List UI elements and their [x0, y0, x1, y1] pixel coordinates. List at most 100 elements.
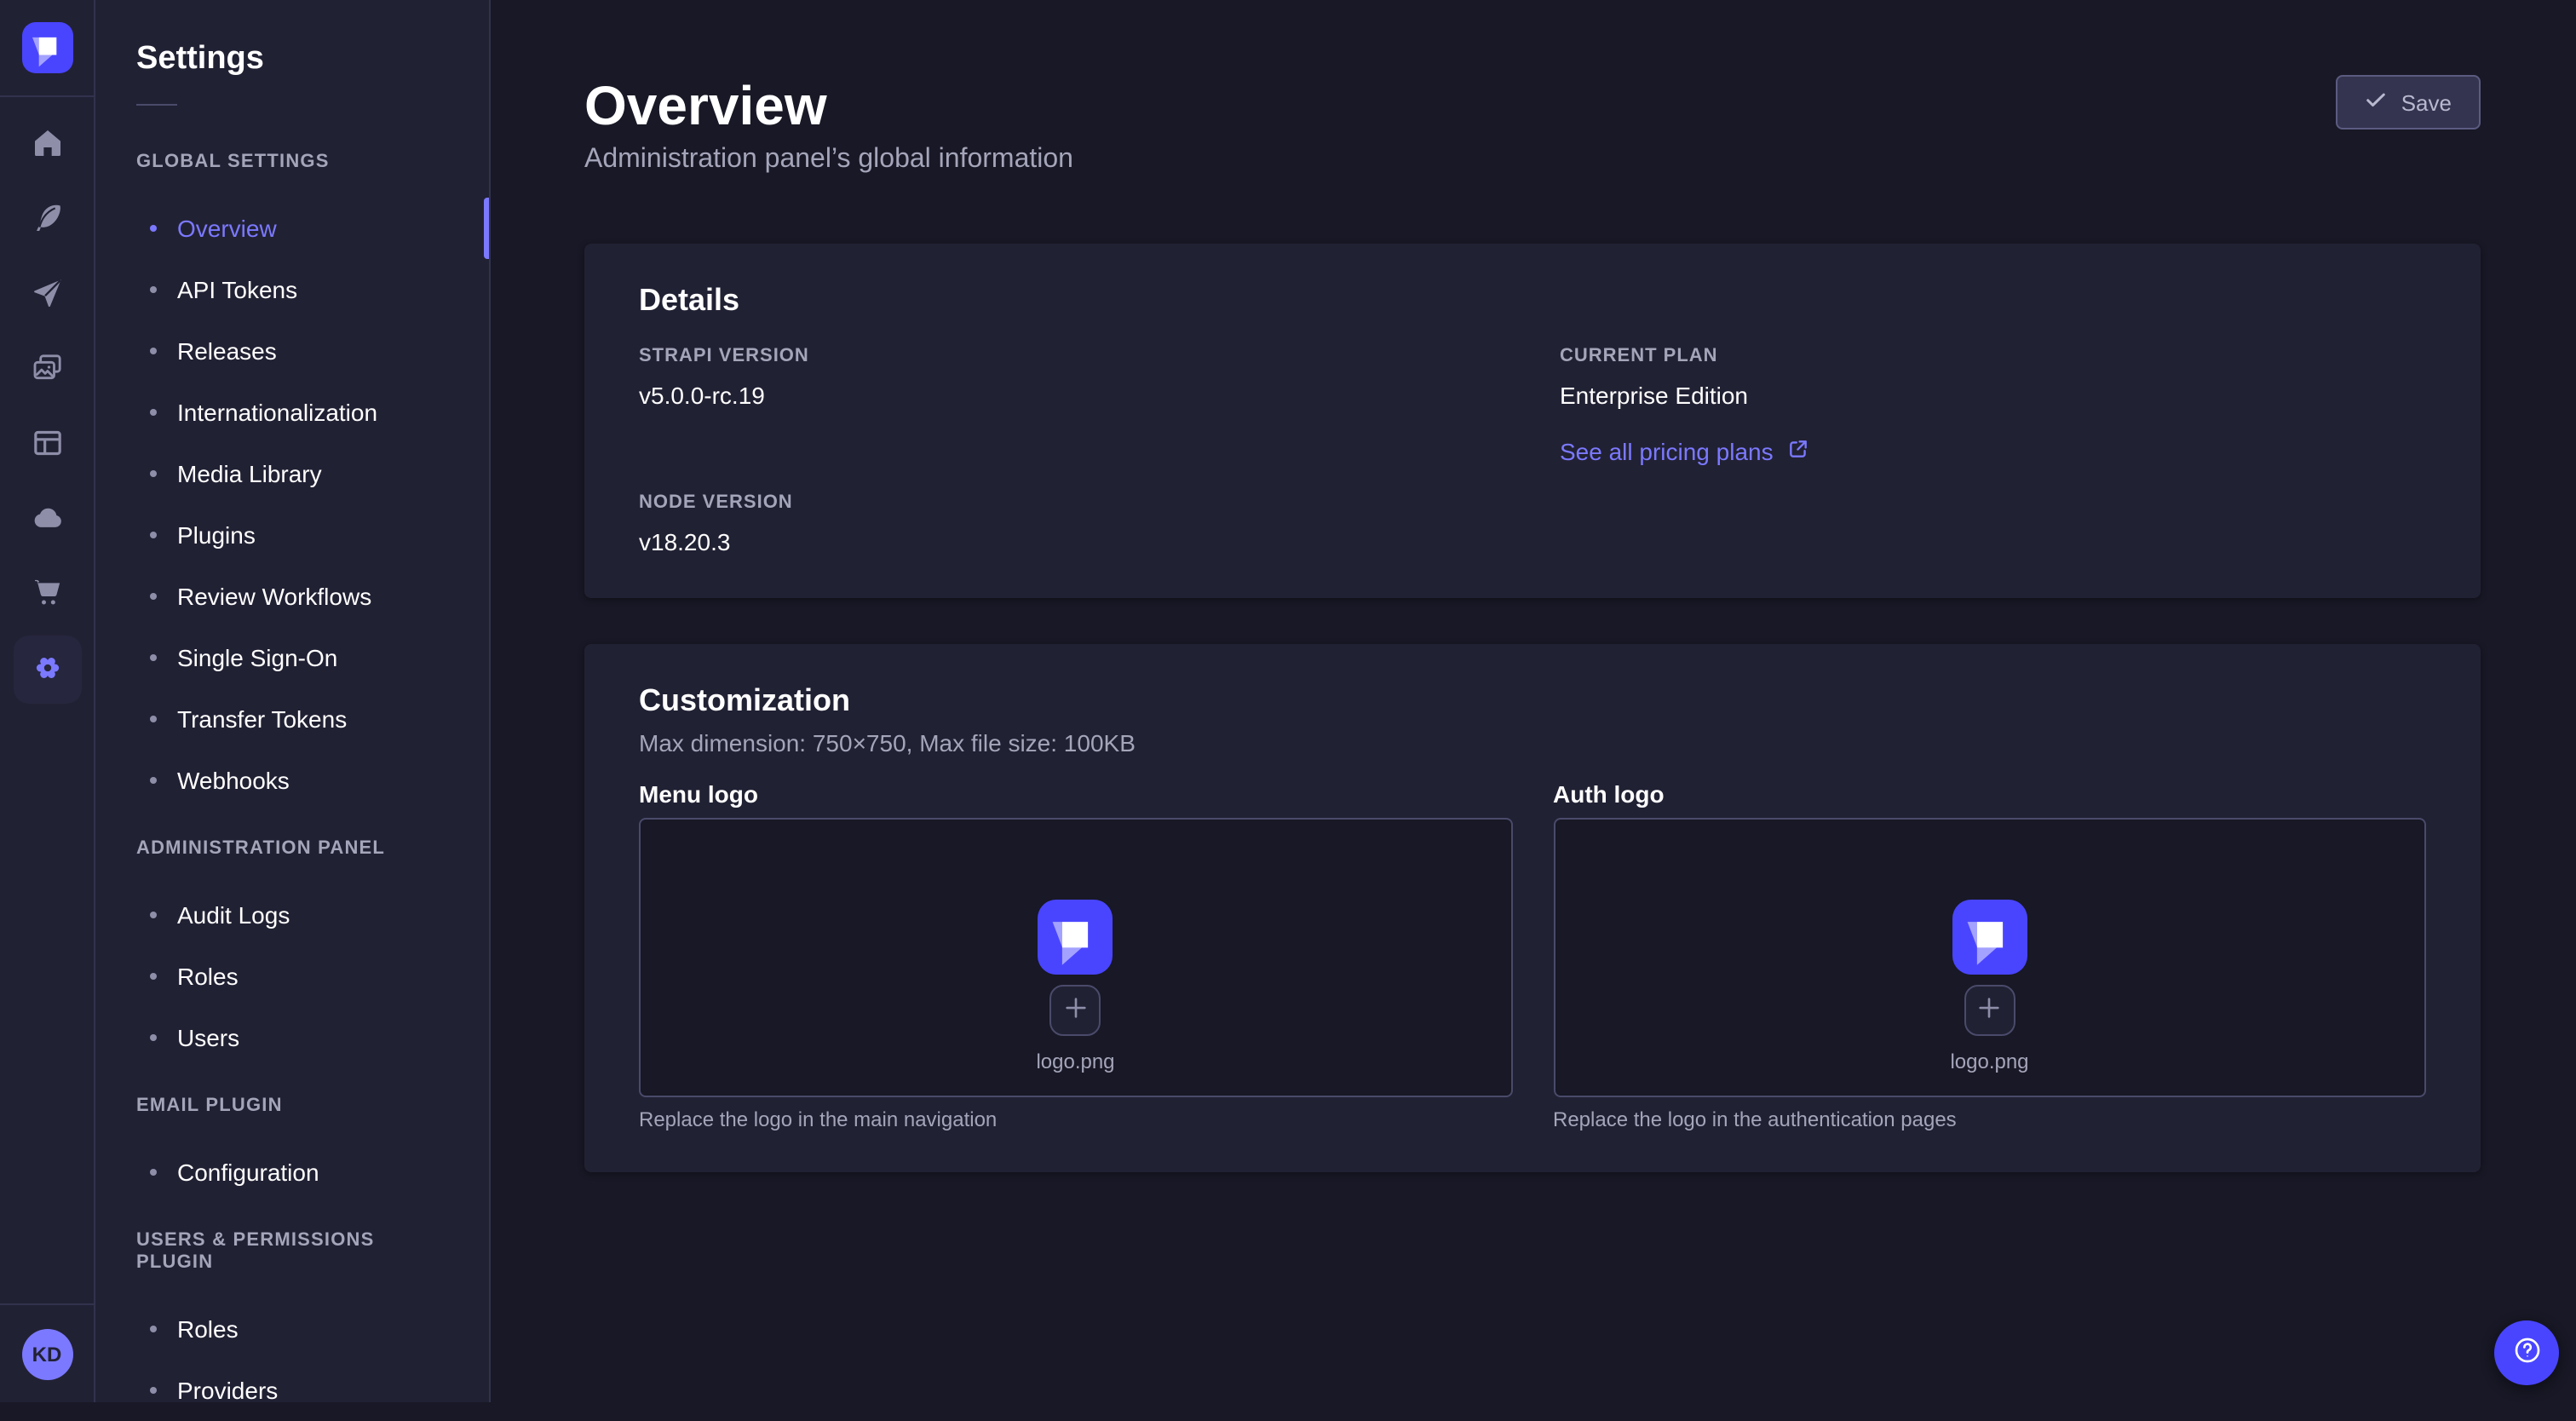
- field-label: NODE VERSION: [639, 492, 1505, 515]
- settings-icon: [30, 650, 64, 689]
- check-icon: [2366, 89, 2388, 116]
- bullet-icon: [150, 532, 157, 538]
- content-type-builder-icon: [30, 425, 64, 464]
- sidebar-item-single-sign-on[interactable]: Single Sign-On: [136, 627, 448, 688]
- main-content: Overview Administration panel’s global i…: [491, 0, 2576, 1402]
- sidebar-item-overview[interactable]: Overview: [136, 198, 448, 259]
- feather-icon: [30, 200, 64, 239]
- content-type-builder-nav-button[interactable]: [13, 411, 81, 479]
- add-logo-button[interactable]: [1964, 985, 2015, 1036]
- marketplace-icon: [30, 575, 64, 614]
- sidebar-item-users[interactable]: Users: [136, 1007, 448, 1068]
- sidebar-item-transfer-tokens[interactable]: Transfer Tokens: [136, 688, 448, 750]
- details-right-column: CURRENT PLAN Enterprise Edition See all …: [1560, 346, 2426, 557]
- nav-section: ADMINISTRATION PANEL Audit Logs Roles Users: [95, 838, 489, 1068]
- settings-sidebar: Settings GLOBAL SETTINGS Overview API Toke…: [95, 0, 491, 1402]
- sidebar-item-label: Review Workflows: [177, 583, 371, 610]
- settings-title: Settings: [136, 41, 448, 78]
- sidebar-item-label: Webhooks: [177, 767, 290, 794]
- pricing-plans-link-label: See all pricing plans: [1560, 438, 1774, 465]
- paper-plane-nav-button[interactable]: [13, 261, 81, 329]
- sidebar-item-roles[interactable]: Roles: [136, 1298, 448, 1360]
- sidebar-item-internationalization[interactable]: Internationalization: [136, 382, 448, 443]
- help-button[interactable]: [2494, 1320, 2559, 1385]
- current-plan-field: CURRENT PLAN Enterprise Edition: [1560, 346, 2426, 411]
- nav-section-label: GLOBAL SETTINGS: [95, 152, 489, 174]
- bullet-icon: [150, 912, 157, 918]
- customization-card-title: Customization: [639, 682, 2426, 719]
- sidebar-item-review-workflows[interactable]: Review Workflows: [136, 566, 448, 627]
- marketplace-nav-button[interactable]: [13, 561, 81, 629]
- nav-section-label: USERS & PERMISSIONS PLUGIN: [95, 1230, 489, 1274]
- field-value: v18.20.3: [639, 526, 1505, 557]
- logo-field: Auth logo logo.png Replace the logo in the…: [1553, 780, 2426, 1131]
- sidebar-item-label: API Tokens: [177, 276, 297, 303]
- sidebar-item-api-tokens[interactable]: API Tokens: [136, 259, 448, 320]
- strapi-logo-preview: [1952, 900, 2027, 975]
- sidebar-item-roles[interactable]: Roles: [136, 946, 448, 1007]
- bullet-icon: [150, 409, 157, 416]
- customization-card: Customization Max dimension: 750×750, Ma…: [584, 644, 2481, 1172]
- logo-field-label: Auth logo: [1553, 780, 2426, 808]
- sidebar-item-webhooks[interactable]: Webhooks: [136, 750, 448, 811]
- bullet-icon: [150, 1387, 157, 1394]
- bullet-icon: [150, 286, 157, 293]
- strapi-logo-preview: [1038, 900, 1113, 975]
- field-value: Enterprise Edition: [1560, 380, 2426, 411]
- sidebar-item-label: Audit Logs: [177, 901, 290, 929]
- plus-icon: [1063, 995, 1089, 1026]
- media-library-nav-button[interactable]: [13, 336, 81, 404]
- logo-upload-box[interactable]: logo.png: [1553, 818, 2426, 1097]
- node-version-field: NODE VERSION v18.20.3: [639, 492, 1505, 557]
- nav-section: GLOBAL SETTINGS Overview API Tokens Release…: [95, 152, 489, 811]
- page-title: Overview: [584, 75, 1073, 136]
- logo-filename: logo.png: [1950, 1050, 2028, 1073]
- bullet-icon: [150, 593, 157, 600]
- logo-field-label: Menu logo: [639, 780, 1512, 808]
- sidebar-item-media-library[interactable]: Media Library: [136, 443, 448, 504]
- sidebar-item-plugins[interactable]: Plugins: [136, 504, 448, 566]
- field-label: CURRENT PLAN: [1560, 346, 2426, 368]
- sidebar-item-label: Plugins: [177, 521, 256, 549]
- pricing-plans-link[interactable]: See all pricing plans: [1560, 438, 1809, 465]
- bullet-icon: [150, 777, 157, 784]
- page-header-text: Overview Administration panel’s global i…: [584, 75, 1073, 177]
- plus-icon: [1977, 995, 2003, 1026]
- sidebar-item-label: Users: [177, 1024, 239, 1051]
- bullet-icon: [150, 716, 157, 722]
- sidebar-item-releases[interactable]: Releases: [136, 320, 448, 382]
- sidebar-item-audit-logs[interactable]: Audit Logs: [136, 884, 448, 946]
- settings-nav-button[interactable]: [13, 636, 81, 704]
- nav-section: USERS & PERMISSIONS PLUGIN Roles Providers: [95, 1230, 489, 1421]
- feather-nav-button[interactable]: [13, 186, 81, 254]
- sidebar-item-label: Providers: [177, 1377, 278, 1404]
- add-logo-button[interactable]: [1050, 985, 1101, 1036]
- sidebar-item-label: Roles: [177, 963, 239, 990]
- external-link-icon: [1787, 438, 1809, 465]
- cloud-nav-button[interactable]: [13, 486, 81, 554]
- logo-upload-box[interactable]: logo.png: [639, 818, 1512, 1097]
- bullet-icon: [150, 1326, 157, 1332]
- rail-bottom: KD: [0, 1303, 94, 1402]
- home-nav-button[interactable]: [13, 111, 81, 179]
- field-label: STRAPI VERSION: [639, 346, 1505, 368]
- media-library-icon: [30, 350, 64, 389]
- logo-field-caption: Replace the logo in the authentication p…: [1553, 1107, 2426, 1131]
- user-avatar[interactable]: KD: [21, 1329, 72, 1380]
- logo-field-caption: Replace the logo in the main navigation: [639, 1107, 1512, 1131]
- nav-section-label: ADMINISTRATION PANEL: [95, 838, 489, 860]
- sidebar-item-configuration[interactable]: Configuration: [136, 1142, 448, 1203]
- logo-field: Menu logo logo.png Replace the logo in the…: [639, 780, 1512, 1131]
- strapi-logo[interactable]: [21, 22, 72, 73]
- bullet-icon: [150, 973, 157, 980]
- bullet-icon: [150, 470, 157, 477]
- settings-nav: GLOBAL SETTINGS Overview API Tokens Release…: [95, 106, 489, 1421]
- sidebar-item-providers[interactable]: Providers: [136, 1360, 448, 1421]
- field-value: v5.0.0-rc.19: [639, 380, 1505, 411]
- strapi-mark-icon: [21, 22, 72, 73]
- sidebar-item-label: Roles: [177, 1315, 239, 1343]
- details-card-title: Details: [639, 281, 2426, 319]
- save-button[interactable]: Save: [2337, 75, 2481, 129]
- save-button-label: Save: [2401, 89, 2452, 115]
- logo-grid: Menu logo logo.png Replace the logo in the…: [639, 780, 2426, 1131]
